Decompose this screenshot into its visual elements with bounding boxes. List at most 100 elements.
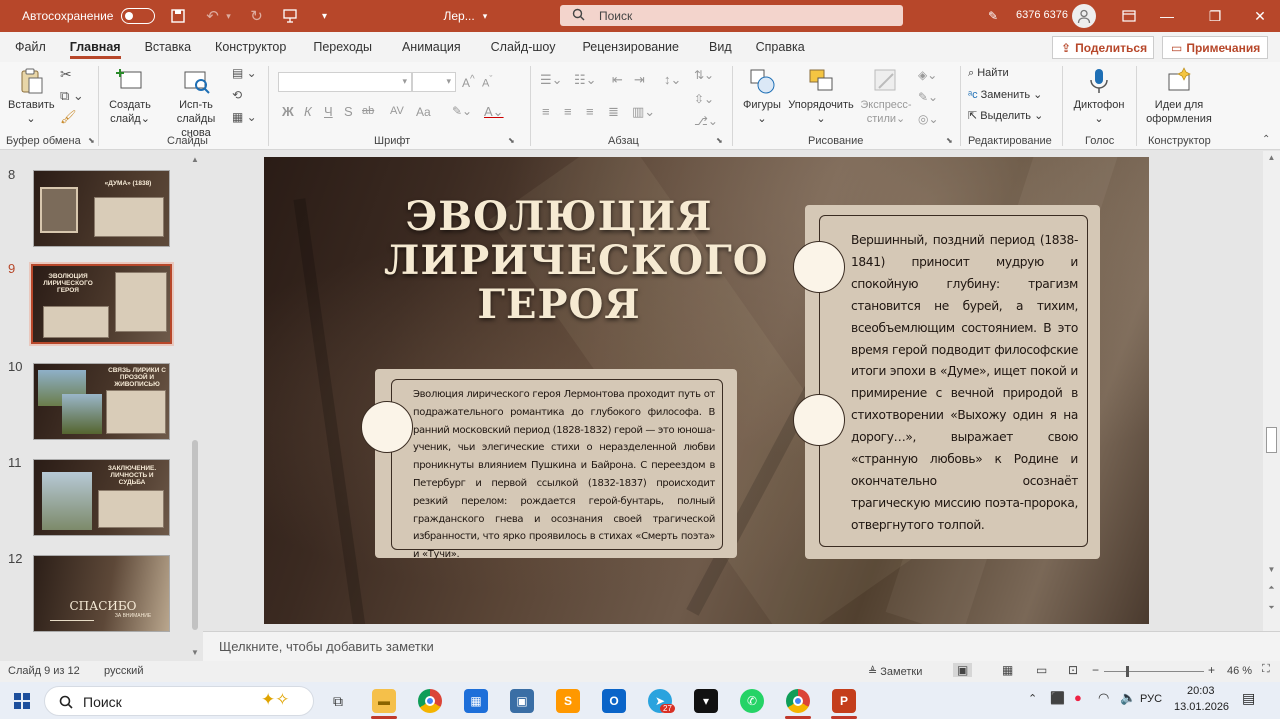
- fit-slide-icon[interactable]: ⛶: [1262, 663, 1270, 676]
- slideshow-icon[interactable]: ⊡: [1068, 663, 1078, 677]
- task-view-icon[interactable]: ⧉: [326, 689, 350, 713]
- align-right-icon[interactable]: ≡: [586, 104, 594, 120]
- present-from-start-icon[interactable]: [279, 5, 301, 27]
- arrange-button[interactable]: Упорядочить ⌄: [786, 66, 856, 127]
- tab-review[interactable]: Рецензирование: [570, 32, 691, 62]
- shapes-button[interactable]: Фигуры ⌄: [740, 66, 784, 127]
- notes-pane[interactable]: Щелкните, чтобы добавить заметки: [203, 631, 1280, 661]
- columns-icon[interactable]: ▥⌄: [632, 104, 655, 120]
- outlook-icon[interactable]: O: [602, 689, 626, 713]
- thumbnail-slide-8[interactable]: «ДУМА» (1838): [33, 170, 170, 247]
- dictate-button[interactable]: Диктофон ⌄: [1070, 66, 1128, 127]
- char-spacing-button[interactable]: AV: [390, 105, 404, 119]
- file-explorer-icon[interactable]: ▬: [372, 689, 396, 713]
- editor-scrollbar[interactable]: ▲ ▼ ⏶ ⏷: [1263, 151, 1280, 631]
- zoom-out-icon[interactable]: −: [1092, 663, 1099, 677]
- clock-time[interactable]: 20:03: [1187, 685, 1215, 697]
- left-text-card[interactable]: Эволюция лирического героя Лермонтова пр…: [375, 369, 737, 560]
- volume-icon[interactable]: 🔈: [1120, 690, 1136, 706]
- tray-app-icon[interactable]: ⬛: [1050, 691, 1065, 705]
- smartart-icon[interactable]: ⎇⌄: [694, 114, 718, 129]
- powerpoint-icon[interactable]: P: [832, 689, 856, 713]
- notifications-icon[interactable]: ▤: [1242, 690, 1255, 707]
- restore-icon[interactable]: ❐: [1200, 5, 1230, 27]
- tray-app-2-icon[interactable]: ●: [1074, 690, 1082, 705]
- minimize-icon[interactable]: —: [1152, 5, 1182, 27]
- section-icon[interactable]: ▦ ⌄: [232, 110, 257, 125]
- notes-toggle-button[interactable]: ≜ Заметки: [868, 665, 922, 678]
- left-card-text[interactable]: Эволюция лирического героя Лермонтова пр…: [413, 386, 715, 564]
- tab-transitions[interactable]: Переходы: [298, 32, 387, 62]
- pc-app-icon[interactable]: ▣: [510, 689, 534, 713]
- document-name[interactable]: Лер...: [443, 9, 474, 23]
- bullets-icon[interactable]: ☰⌄: [540, 72, 563, 88]
- chrome-profile-icon[interactable]: [786, 689, 810, 713]
- scroll-down-icon[interactable]: ▼: [1263, 565, 1280, 574]
- cut-icon[interactable]: ✂: [60, 66, 72, 84]
- shape-effects-icon[interactable]: ◎⌄: [918, 112, 939, 127]
- design-ideas-button[interactable]: Идеи для оформления: [1142, 66, 1216, 127]
- tab-animations[interactable]: Анимация: [387, 32, 476, 62]
- whatsapp-icon[interactable]: ✆: [740, 689, 764, 713]
- copy-icon[interactable]: ⧉ ⌄: [60, 88, 84, 104]
- thumbnail-slide-9[interactable]: ЭВОЛЮЦИЯ ЛИРИЧЕСКОГО ГЕРОЯ: [29, 262, 174, 346]
- highlight-icon[interactable]: ✎⌄: [452, 104, 472, 119]
- justify-icon[interactable]: ≣: [608, 104, 619, 120]
- paste-button[interactable]: Вставить ⌄: [8, 66, 55, 127]
- new-slide-button[interactable]: Создать слайд⌄: [104, 66, 156, 127]
- notion-icon[interactable]: ▾: [694, 689, 718, 713]
- tab-file[interactable]: Файл: [0, 32, 58, 62]
- quick-styles-button[interactable]: Экспресс-стили⌄: [858, 66, 914, 127]
- zoom-level[interactable]: 46 %: [1227, 665, 1252, 677]
- save-icon[interactable]: [167, 5, 189, 27]
- left-card-circle[interactable]: [361, 401, 413, 453]
- taskbar-search-box[interactable]: Поиск ✦✧: [44, 686, 314, 716]
- right-card-text[interactable]: Вершинный, поздний период (1838-1841) пр…: [851, 230, 1078, 537]
- align-center-icon[interactable]: ≡: [564, 104, 572, 120]
- shape-outline-icon[interactable]: ✎⌄: [918, 90, 938, 105]
- shadow-button[interactable]: S: [344, 104, 353, 120]
- thumbnail-slide-10[interactable]: СВЯЗЬ ЛИРИКИ С ПРОЗОЙ И ЖИВОПИСЬЮ: [33, 363, 170, 440]
- autosave-toggle[interactable]: [121, 8, 156, 24]
- tab-help[interactable]: Справка: [744, 32, 817, 62]
- sublime-icon[interactable]: S: [556, 689, 580, 713]
- close-icon[interactable]: ✕: [1245, 5, 1275, 27]
- scroll-thumb[interactable]: [192, 440, 198, 630]
- comments-button[interactable]: ▭ Примечания: [1162, 36, 1268, 59]
- strikethrough-button[interactable]: ab: [362, 105, 374, 119]
- undo-icon[interactable]: ↶: [201, 5, 223, 27]
- language-indicator[interactable]: русский: [104, 665, 143, 677]
- reuse-slides-button[interactable]: Исп-ть слайды снова: [164, 66, 228, 140]
- text-direction-icon[interactable]: ⇅⌄: [694, 68, 714, 83]
- thumbnail-scrollbar[interactable]: ▲ ▼: [190, 155, 200, 657]
- drawing-launcher-icon[interactable]: ⬊: [946, 136, 953, 146]
- ribbon-display-icon[interactable]: [1114, 5, 1144, 27]
- notes-placeholder[interactable]: Щелкните, чтобы добавить заметки: [219, 639, 434, 654]
- zoom-in-icon[interactable]: +: [1208, 663, 1215, 677]
- normal-view-icon[interactable]: ▣: [953, 663, 973, 677]
- chrome-icon[interactable]: [418, 689, 442, 713]
- clock-date[interactable]: 13.01.2026: [1174, 701, 1229, 713]
- pen-icon[interactable]: ✎: [978, 5, 1008, 27]
- redo-icon[interactable]: ↻: [245, 5, 267, 27]
- prev-slide-icon[interactable]: ⏶: [1263, 583, 1280, 593]
- increase-indent-icon[interactable]: ⇥: [634, 72, 645, 88]
- clipboard-launcher-icon[interactable]: ⬊: [88, 136, 95, 146]
- input-language[interactable]: РУС: [1140, 693, 1162, 705]
- select-button[interactable]: ⇱ Выделить ⌄: [968, 110, 1043, 124]
- reset-icon[interactable]: ⟲: [232, 88, 242, 103]
- zoom-slider[interactable]: [1104, 666, 1204, 677]
- paragraph-launcher-icon[interactable]: ⬊: [716, 136, 723, 146]
- right-card-circle-middle[interactable]: [793, 394, 845, 446]
- collapse-ribbon-icon[interactable]: ⌃: [1262, 134, 1270, 147]
- slide-title[interactable]: ЭВОЛЮЦИЯ ЛИРИЧЕСКОГО ГЕРОЯ: [384, 195, 768, 327]
- increase-font-icon[interactable]: A^: [462, 74, 475, 91]
- doc-name-dropdown-icon[interactable]: ▾: [483, 11, 488, 22]
- bold-button[interactable]: Ж: [282, 104, 294, 120]
- reading-view-icon[interactable]: ▭: [1036, 663, 1047, 677]
- tab-design[interactable]: Конструктор: [203, 32, 298, 62]
- scroll-thumb[interactable]: [1266, 427, 1277, 453]
- tab-view[interactable]: Вид: [691, 32, 744, 62]
- undo-dropdown-icon[interactable]: ▾: [223, 5, 233, 27]
- thumbnail-slide-11[interactable]: ЗАКЛЮЧЕНИЕ. ЛИЧНОСТЬ И СУДЬБА: [33, 459, 170, 536]
